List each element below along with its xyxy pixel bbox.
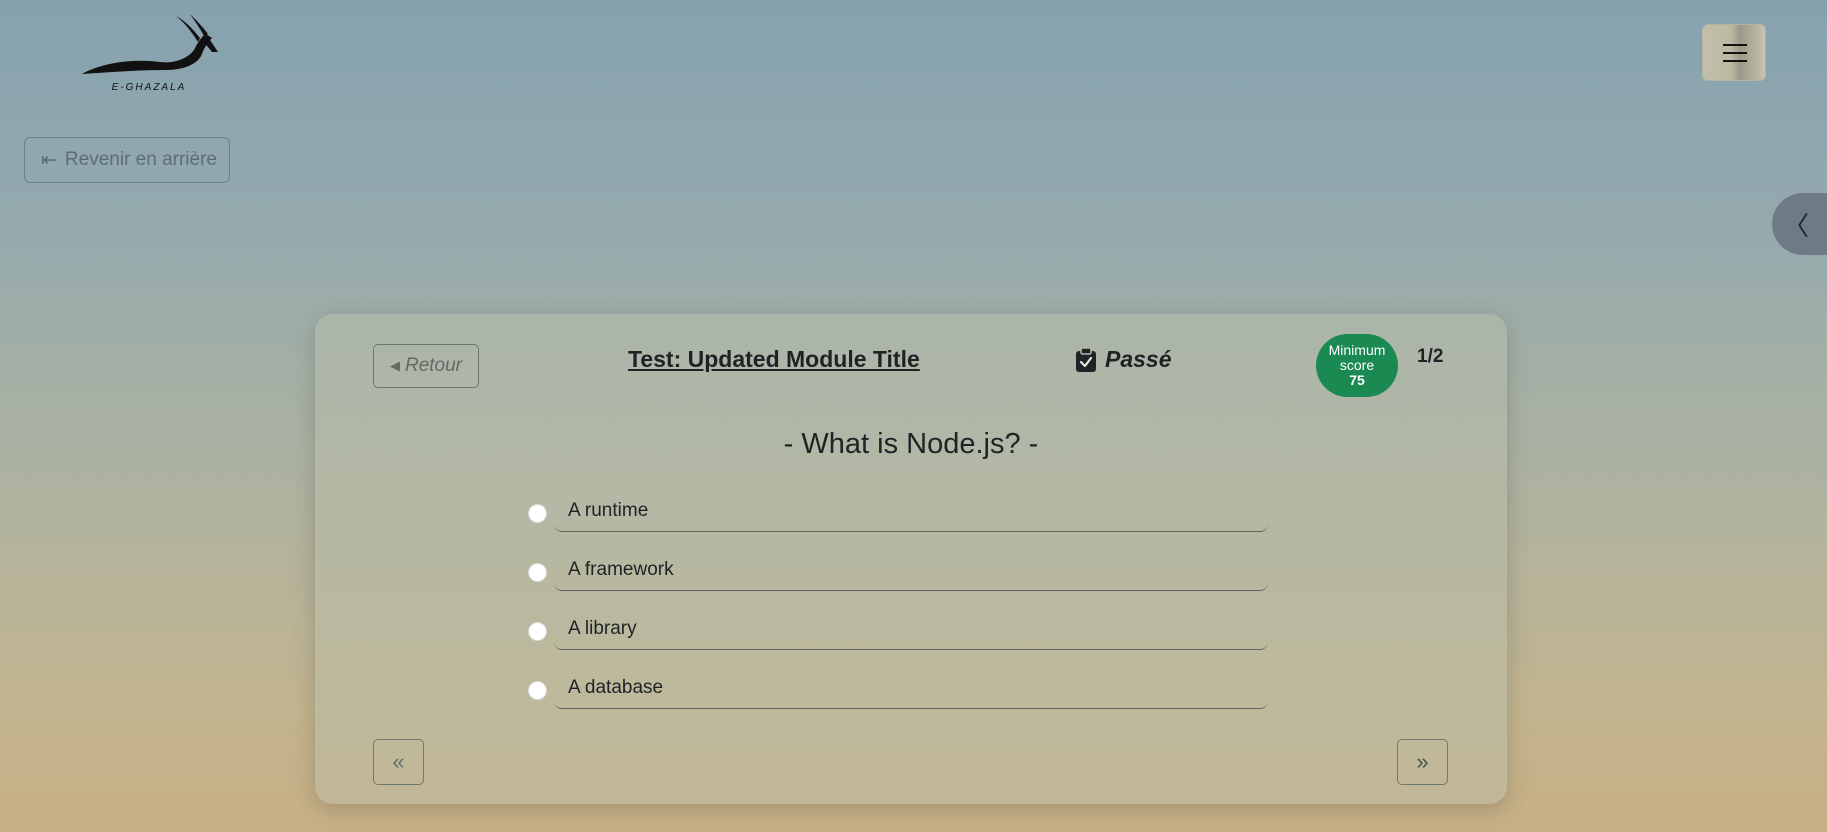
minimum-score-badge: Minimum score 75 (1316, 334, 1398, 397)
double-chevron-left-icon: « (392, 749, 405, 774)
answer-radio[interactable] (528, 504, 547, 523)
answer-label[interactable]: A database (554, 667, 1268, 709)
answer-radio[interactable] (528, 563, 547, 582)
retour-button[interactable]: ◀ Retour (373, 344, 479, 388)
test-title[interactable]: Test: Updated Module Title (628, 346, 920, 373)
hamburger-icon (1723, 44, 1747, 46)
arrow-left-bar-icon: ⇤ (41, 149, 57, 171)
min-score-label-line1: Minimum (1328, 342, 1386, 358)
logo-text: E-GHAZALA (111, 82, 187, 93)
gazelle-logo-icon (82, 14, 218, 74)
answer-option[interactable]: A runtime (528, 490, 1268, 549)
hamburger-icon-bar (1723, 52, 1747, 54)
answer-option[interactable]: A library (528, 608, 1268, 667)
hamburger-icon-bar (1723, 60, 1747, 62)
caret-left-icon: ◀ (389, 358, 400, 373)
min-score-value: 75 (1349, 372, 1365, 388)
answer-option[interactable]: A framework (528, 549, 1268, 608)
test-status: Passé (1075, 346, 1172, 373)
previous-question-button[interactable]: « (373, 739, 424, 785)
chevron-left-icon: 〈 (1782, 210, 1809, 241)
menu-button[interactable] (1702, 24, 1766, 81)
quiz-card: ◀ Retour Test: Updated Module Title Pass… (315, 314, 1507, 804)
answer-options: A runtime A framework A library A databa… (528, 490, 1268, 726)
answer-option[interactable]: A database (528, 667, 1268, 726)
side-panel-toggle[interactable]: 〈 (1772, 193, 1827, 255)
retour-label: Retour (404, 355, 463, 376)
go-back-button[interactable]: ⇤ Revenir en arrière (24, 137, 230, 183)
brand-logo[interactable]: E-GHAZALA (80, 12, 218, 98)
answer-label[interactable]: A framework (554, 549, 1268, 591)
answer-label[interactable]: A library (554, 608, 1268, 650)
answer-label[interactable]: A runtime (554, 490, 1268, 532)
question-text: - What is Node.js? - (783, 428, 1039, 460)
answer-radio[interactable] (528, 622, 547, 641)
question-counter: 1/2 (1417, 346, 1444, 367)
min-score-label-line2: score (1339, 357, 1375, 373)
double-chevron-right-icon: » (1416, 749, 1429, 774)
next-question-button[interactable]: » (1397, 739, 1448, 785)
go-back-label: Revenir en arrière (64, 149, 217, 170)
answer-radio[interactable] (528, 681, 547, 700)
clipboard-check-icon (1076, 346, 1096, 372)
status-label: Passé (1105, 346, 1172, 372)
